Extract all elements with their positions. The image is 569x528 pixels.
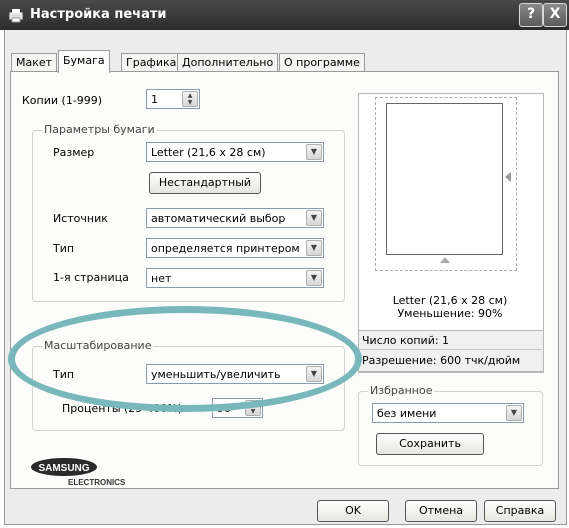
paper-options-legend: Параметры бумаги [42,123,157,136]
paper-type-value: определяется принтером [151,242,300,255]
info-divider [358,349,542,350]
chevron-down-icon[interactable]: ▼ [306,366,322,382]
help-button[interactable]: Справка [484,500,556,522]
favorites-select[interactable]: без имени ▼ [372,403,524,423]
scaling-group [32,346,345,431]
scaling-type-label: Тип [53,368,75,381]
tab-paper[interactable]: Бумага [58,50,110,73]
custom-size-button[interactable]: Нестандартный [149,172,261,194]
size-label: Размер [53,146,95,159]
right-arrow-icon [505,172,511,182]
tab-about[interactable]: О программе [279,53,365,72]
scaling-type-value: уменьшить/увеличить [151,368,281,381]
scaling-legend: Масштабирование [42,339,154,352]
chevron-down-icon[interactable]: ▼ [306,144,322,160]
chevron-down-icon[interactable]: ▼ [506,405,522,421]
window-title: Настройка печати [30,7,167,22]
svg-text:ELECTRONICS: ELECTRONICS [68,478,126,487]
paper-size-value: Letter (21,6 x 28 см) [151,146,266,159]
paper-preview-sheet [386,103,503,255]
samsung-logo: SAMSUNG ELECTRONICS [31,458,126,487]
percent-value[interactable]: 90 [217,402,231,415]
first-page-select[interactable]: нет ▼ [146,268,324,288]
up-arrow-icon [440,257,450,263]
percent-label: Проценты (25-400%) [62,402,183,415]
cancel-button[interactable]: Отмена [405,500,477,522]
favorites-legend: Избранное [368,384,435,397]
preview-paper-caption: Letter (21,6 x 28 см) [392,294,508,307]
first-page-value: нет [151,272,172,285]
printer-icon [9,9,23,23]
preview-reduction-caption: Уменьшение: 90% [397,307,503,320]
paper-type-label: Тип [53,242,75,255]
resolution-info: Разрешение: 600 тчк/дюйм [362,354,521,367]
first-page-label: 1-я страница [53,271,129,284]
help-title-button[interactable]: ? [519,3,543,27]
svg-text:SAMSUNG: SAMSUNG [38,463,89,474]
tab-graphics[interactable]: Графика [121,53,182,72]
favorites-value: без имени [377,407,437,420]
save-favorite-button[interactable]: Сохранить [376,433,484,455]
copies-spinner[interactable]: 1 ▲ ▼ [146,89,200,109]
scaling-type-select[interactable]: уменьшить/увеличить ▼ [146,364,324,384]
source-label: Источник [53,212,108,225]
chevron-down-icon[interactable]: ▼ [306,270,322,286]
chevron-down-icon[interactable]: ▼ [306,240,322,256]
spinner-arrows-icon[interactable]: ▲ ▼ [245,400,261,416]
paper-type-select[interactable]: определяется принтером ▼ [146,238,324,258]
copies-info: Число копий: 1 [362,334,450,347]
paper-size-select[interactable]: Letter (21,6 x 28 см) ▼ [146,142,324,162]
ok-button[interactable]: OK [317,500,389,522]
spinner-arrows-icon[interactable]: ▲ ▼ [182,91,198,107]
paper-source-value: автоматический выбор [151,212,286,225]
paper-source-select[interactable]: автоматический выбор ▼ [146,208,324,228]
copies-value: 1 [151,93,158,106]
copies-label: Копии (1-999) [22,94,103,107]
close-button[interactable]: X [543,3,567,27]
chevron-down-icon[interactable]: ▼ [306,210,322,226]
tab-layout[interactable]: Макет [11,53,58,72]
percent-spinner[interactable]: 90 ▲ ▼ [212,398,263,418]
tab-advanced[interactable]: Дополнительно [177,53,279,72]
